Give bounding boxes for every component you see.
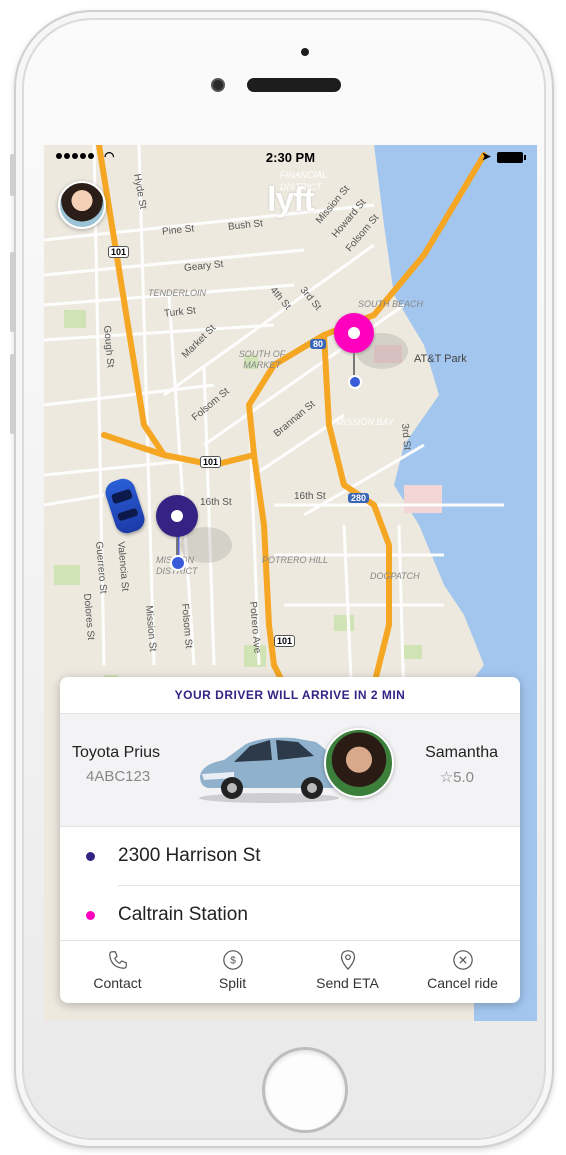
location-arrow-icon: ➤	[481, 151, 491, 163]
map-label: Gough St	[101, 325, 116, 369]
cancel-icon	[452, 950, 473, 970]
map-label: Pine St	[161, 223, 195, 238]
highway-shield: 101	[108, 246, 130, 258]
volume-up-button	[10, 252, 15, 332]
highway-shield: 101	[200, 456, 222, 468]
volume-down-button	[10, 354, 15, 434]
map-label: Brannan St	[272, 398, 318, 440]
map-label: DOGPATCH	[370, 571, 420, 581]
highway-shield: 280	[348, 493, 370, 503]
cancel-ride-button[interactable]: Cancel ride	[405, 941, 520, 1003]
pickup-pin-base	[170, 555, 186, 571]
highway-shield: 101	[274, 635, 296, 647]
send-eta-label: Send ETA	[316, 975, 379, 991]
map-label: SOUTH BEACH	[358, 299, 424, 309]
dropoff-row[interactable]: Caltrain Station	[60, 886, 520, 944]
split-button[interactable]: $ Split	[175, 941, 290, 1003]
map-label: Potrero Ave	[247, 601, 263, 654]
license-plate: 4ABC123	[86, 768, 151, 785]
map-label: 16th St	[200, 497, 232, 508]
map-label: AT&T Park	[414, 353, 467, 365]
dollar-icon: $	[222, 950, 243, 970]
pickup-marker[interactable]	[156, 495, 198, 537]
map-label: POTRERO HILL	[262, 555, 329, 565]
pickup-dot-icon	[86, 852, 95, 861]
map-label: Guerrero St	[93, 541, 109, 595]
cancel-ride-label: Cancel ride	[427, 975, 498, 991]
contact-label: Contact	[93, 975, 142, 991]
location-pin-icon	[340, 950, 355, 971]
pickup-address: 2300 Harrison St	[118, 845, 261, 866]
map-label: Folsom St	[179, 603, 194, 649]
earpiece-speaker	[247, 78, 341, 92]
dropoff-dot-icon	[86, 911, 95, 920]
map-label: Geary St	[183, 258, 224, 275]
highway-shield: 80	[310, 339, 327, 349]
map-label: 3rd St	[399, 423, 413, 451]
status-time: 2:30 PM	[265, 150, 316, 165]
dropoff-marker[interactable]	[334, 313, 374, 353]
map-label: 4th St	[267, 285, 293, 313]
driver-avatar	[324, 728, 394, 798]
ride-card: YOUR DRIVER WILL ARRIVE IN 2 MIN Toyota …	[60, 677, 520, 1003]
send-eta-button[interactable]: Send ETA	[290, 941, 405, 1003]
battery-icon	[497, 152, 526, 163]
contact-button[interactable]: Contact	[60, 941, 175, 1003]
split-label: Split	[218, 975, 247, 991]
map-label: SOUTH OF MARKET	[238, 349, 286, 370]
driver-name: Samantha	[425, 744, 498, 761]
map-label: MISSION BAY	[336, 417, 394, 427]
map-label: Turk St	[163, 305, 197, 320]
map-label: TENDERLOIN	[148, 288, 207, 298]
status-bar: ◠ 2:30 PM ➤	[44, 145, 537, 169]
phone-screen: FINANCIAL DISTRICT Hyde St Pine St Bush …	[44, 145, 537, 1021]
map-label: 3rd St	[297, 285, 324, 313]
map-label: Bush St	[227, 218, 264, 233]
svg-text:$: $	[230, 956, 236, 967]
proximity-sensor	[301, 48, 309, 56]
lyft-logo: lyft	[267, 181, 315, 219]
car-model: Toyota Prius	[72, 744, 161, 761]
car-image	[199, 737, 340, 803]
ride-actions: Contact $ Split Send ETA Cancel ride	[60, 940, 520, 1003]
map-label: Dolores St	[81, 593, 97, 641]
phone-icon	[108, 951, 127, 969]
mute-switch	[10, 154, 15, 196]
home-button[interactable]	[262, 1047, 348, 1133]
front-camera	[211, 78, 225, 92]
map-label: Market St	[180, 322, 219, 361]
driver-info[interactable]: Toyota Prius 4ABC123 Samantha ☆5.0	[60, 714, 520, 827]
map-label: Valencia St	[115, 541, 131, 592]
map-label: Folsom St	[190, 386, 232, 424]
map-label: 16th St	[294, 491, 326, 502]
eta-banner: YOUR DRIVER WILL ARRIVE IN 2 MIN	[60, 677, 520, 714]
dropoff-address: Caltrain Station	[118, 904, 248, 925]
driver-rating: ☆5.0	[439, 769, 474, 786]
map-label: Mission St	[143, 605, 159, 652]
pickup-row[interactable]: 2300 Harrison St	[86, 827, 520, 886]
dropoff-pin-base	[348, 375, 362, 389]
